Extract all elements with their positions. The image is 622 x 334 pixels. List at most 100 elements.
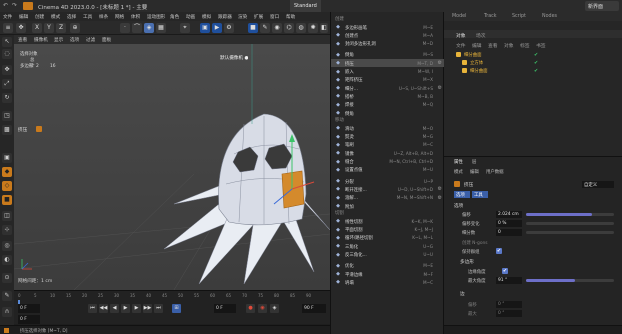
axis-y-button[interactable]: Y (44, 23, 54, 33)
menu-item-weld[interactable]: ◆ 焊接 M~Q (331, 101, 445, 109)
menu-tools[interactable]: 工具 (83, 14, 92, 20)
menu-help[interactable]: 帮助 (286, 14, 295, 20)
om-menu-view[interactable]: 查看 (488, 42, 498, 49)
menu-item-extrude[interactable]: ◆ 挤压 M~T, D ⚙ (331, 59, 445, 68)
vp-menu-cameras[interactable]: 摄像机 (34, 37, 48, 43)
preset-dropdown[interactable]: 自定义 (582, 181, 614, 188)
menu-item-slide[interactable]: ◆ 滑动 M~O (331, 124, 445, 132)
new-layout-button[interactable]: 新界面 (585, 1, 619, 11)
menu-item-stitch[interactable]: ◆ 缝合 M~N, Ctrl+B, Ctrl+D (331, 158, 445, 166)
subtab-options[interactable]: 选项 (454, 191, 470, 198)
menu-item-bridge[interactable]: ◆ 搭桥 M~B, B (331, 92, 445, 100)
menu-item-optimize[interactable]: ◆ 优化 M~E (331, 262, 445, 270)
om-menu-object[interactable]: 对象 (504, 42, 514, 49)
deformer-icon[interactable]: ⌬ (284, 23, 294, 33)
current-frame-field[interactable]: 0 F (214, 304, 236, 313)
render-view-icon[interactable]: ▶ (212, 23, 222, 33)
menu-item-sep[interactable]: ◆ 附加 (331, 202, 445, 210)
3d-viewport[interactable] (14, 44, 330, 290)
menu-item-set-value[interactable]: ◆ 设置点值 M~U (331, 166, 445, 174)
record-key-icon[interactable]: ● (246, 304, 255, 313)
camera-icon[interactable]: ◧ (320, 23, 328, 33)
object-row[interactable]: 细分曲面 ✔ (444, 67, 622, 74)
edge-angle-checkbox[interactable]: ✔ (502, 268, 508, 274)
offset-slider[interactable] (526, 213, 614, 216)
visible-check-icon[interactable]: ✔ (534, 68, 538, 74)
menu-item-matrix-extrude[interactable]: ◆ 矩阵挤压 M~X (331, 76, 445, 84)
field-icon[interactable]: ◍ (296, 23, 306, 33)
min-frame-field[interactable]: 0 F (18, 315, 40, 324)
am-menu-userdata[interactable]: 用户数据 (486, 169, 504, 175)
start-frame-field[interactable]: 0 F (18, 304, 40, 313)
coord-system-icon[interactable]: ⊕ (70, 23, 80, 33)
undo-icon[interactable]: ↶ (3, 3, 9, 9)
edges-icon[interactable]: ◇ (2, 181, 12, 191)
object-mode-icon[interactable]: ▣ (2, 153, 12, 163)
subtab-tool[interactable]: 工具 (472, 191, 488, 198)
vp-menu-options[interactable]: 选项 (70, 37, 79, 43)
menu-animate[interactable]: 动画 (186, 14, 195, 20)
menu-item-bevel[interactable]: ◆ 倒角 M~S (331, 51, 445, 59)
menu-item-plane-cut[interactable]: ◆ 平面切割 K~J, M~J (331, 226, 445, 234)
polygons-icon[interactable]: ■ (2, 195, 12, 205)
gear-icon[interactable]: ⚙ (438, 195, 442, 201)
record-mode-icon[interactable]: ⊞ (172, 304, 181, 313)
toolbar-menu-icon[interactable]: ≡ (3, 23, 13, 33)
menu-item-reorder[interactable]: ◆ 坍塌 M~C (331, 278, 445, 286)
menu-character[interactable]: 角色 (170, 14, 179, 20)
prev-key-icon[interactable]: ◀◀ (99, 304, 108, 313)
am-menu-mode[interactable]: 模式 (454, 169, 463, 175)
menu-item-smooth[interactable]: ◆ 平滑边缘 M~F (331, 270, 445, 278)
menu-mode[interactable]: 模式 (51, 14, 60, 20)
sub-offset-field[interactable]: 0 ° (496, 301, 522, 308)
rotate-icon[interactable]: ↻ (2, 93, 12, 103)
menu-item-split[interactable]: ◆ 分裂 U~P (331, 177, 445, 185)
menu-item-inner-extrude[interactable]: ◆ 嵌入 M~W, I (331, 68, 445, 76)
tab-takes[interactable]: 场次 (476, 32, 486, 39)
tab-model[interactable]: Model (452, 14, 466, 19)
soft-select-icon[interactable]: ◎ (2, 241, 12, 251)
snap-icon[interactable]: ⌖ (180, 23, 190, 33)
end-frame-field[interactable]: 90 F (302, 304, 326, 313)
prev-frame-icon[interactable]: ◀ (110, 304, 119, 313)
select-tool-icon[interactable]: ↖ (2, 37, 12, 47)
lock-icon[interactable]: ⊙ (2, 273, 12, 283)
move-tool-icon[interactable]: ✥ (16, 23, 26, 33)
menu-item-untriangulate[interactable]: ◆ 反三角化... U~U (331, 251, 445, 259)
tab-standard[interactable]: Standard (290, 0, 321, 12)
menu-select[interactable]: 选择 (67, 14, 76, 20)
tab-objects[interactable]: 对象 (456, 32, 466, 39)
max-angle-field[interactable]: 91 ° (496, 277, 522, 284)
visible-check-icon[interactable]: ✔ (534, 60, 538, 66)
subdivision-field[interactable]: 0 (496, 229, 522, 236)
brush-icon[interactable]: ✎ (2, 291, 12, 301)
om-menu-bookmarks[interactable]: 书签 (536, 42, 546, 49)
sub-max-field[interactable]: 0 ° (496, 310, 522, 317)
menu-spline[interactable]: 样条 (99, 14, 108, 20)
render-settings-icon[interactable]: ⚙ (224, 23, 234, 33)
selected-polygon[interactable] (281, 170, 305, 209)
goto-end-icon[interactable]: ⏭ (154, 304, 163, 313)
menu-tracker[interactable]: 跟踪器 (218, 14, 232, 20)
menu-item-mirror[interactable]: ◆ 镜像 U~Z, Alt+B, Alt+D (331, 149, 445, 157)
offset-variation-slider[interactable] (526, 222, 614, 225)
visible-check-icon[interactable]: ✔ (534, 52, 538, 58)
live-select-icon[interactable]: ◌ (2, 49, 12, 59)
model-mode-icon[interactable]: ◳ (2, 111, 12, 121)
cube-icon[interactable]: ■ (248, 23, 258, 33)
menu-item-knife[interactable]: ◆ 三角化 U~G (331, 242, 445, 250)
tab-track[interactable]: Track (484, 14, 497, 19)
axis-icon[interactable]: ⊹ (2, 225, 12, 235)
menu-render[interactable]: 渲染 (238, 14, 247, 20)
menu-item-create-point[interactable]: ◆ 创建点 M~A (331, 31, 445, 39)
vp-menu-view[interactable]: 查看 (18, 37, 27, 43)
gear-icon[interactable]: ⚙ (438, 186, 442, 192)
tab-attributes[interactable]: 属性 (454, 159, 463, 165)
uv-icon[interactable]: ◫ (2, 211, 12, 221)
tab-layers[interactable]: 层 (472, 159, 476, 165)
menu-item-melt[interactable]: ◆ 溶解... M~N, M~Shift+N ⚙ (331, 194, 445, 202)
menu-edit[interactable]: 编辑 (19, 14, 28, 20)
offset-field[interactable]: 2.024 cm (496, 211, 522, 218)
om-menu-edit[interactable]: 编辑 (472, 42, 482, 49)
edges-mode-icon[interactable]: ⌒ (132, 23, 142, 33)
